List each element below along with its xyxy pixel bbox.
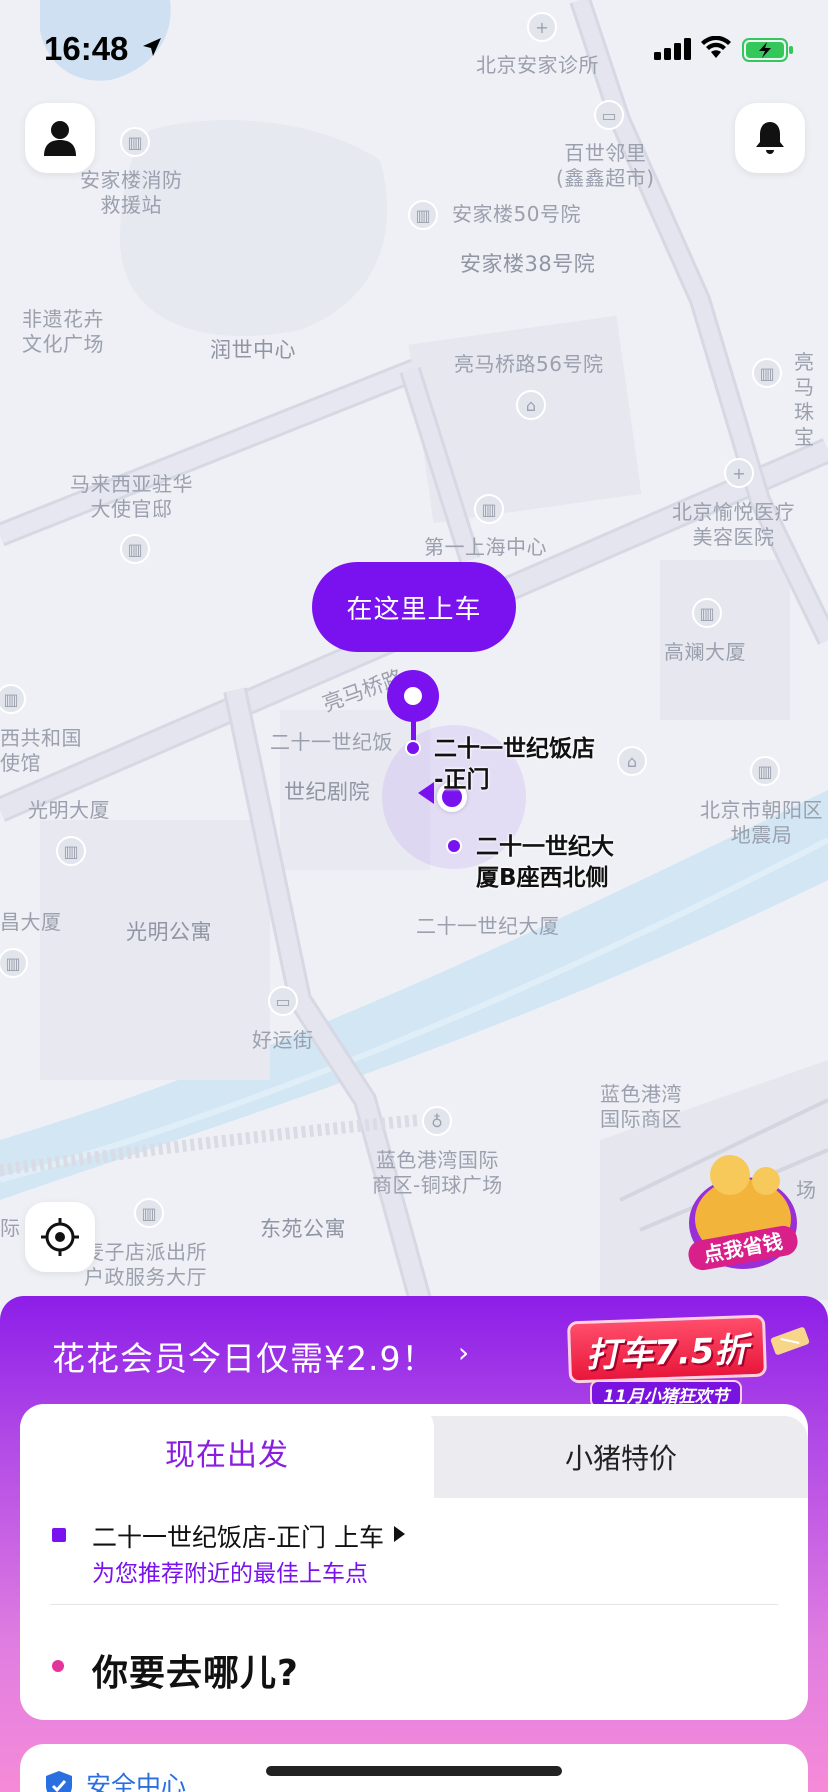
promo-badge-icon[interactable]: 点我省钱 xyxy=(682,1145,804,1273)
poi-label[interactable]: 光明公寓 xyxy=(126,920,212,945)
pickup-here-button[interactable]: 在这里上车 xyxy=(312,562,516,652)
bell-icon xyxy=(756,122,784,154)
discount-badge[interactable]: 打车7.5折 xyxy=(566,1314,768,1384)
poi-label[interactable]: 百世邻里 (鑫鑫超市) xyxy=(556,141,655,191)
poi-label[interactable]: 第一上海中心 xyxy=(424,535,547,560)
clinic-icon: + xyxy=(724,458,754,488)
poi-label[interactable]: 二十一世纪大厦 xyxy=(416,914,560,939)
caret-right-icon[interactable] xyxy=(394,1526,405,1542)
building-icon: ▥ xyxy=(752,358,782,388)
poi-label[interactable]: 好运街 xyxy=(252,1028,314,1053)
poi-label[interactable]: 亮马 珠宝 xyxy=(794,350,828,450)
map-view[interactable]: + 北京安家诊所 ▭ 百世邻里 (鑫鑫超市) ▥ 安家楼消防 救援站 ▥ 安家楼… xyxy=(0,0,828,1300)
shop-icon: ▭ xyxy=(268,986,298,1016)
wifi-icon xyxy=(701,36,731,58)
poi-label[interactable]: 蓝色港湾国际 商区-铜球广场 xyxy=(372,1148,503,1198)
shop-icon: ▭ xyxy=(594,100,624,130)
poi-label[interactable]: 北京市朝阳区 地震局 xyxy=(700,798,823,848)
pickup-pin-icon[interactable] xyxy=(387,670,439,722)
pickup-point-dot[interactable] xyxy=(446,838,462,854)
destination-input[interactable]: 你要去哪儿? xyxy=(92,1644,299,1696)
house-icon: ⌂ xyxy=(516,390,546,420)
building-icon: ▥ xyxy=(56,836,86,866)
notifications-button[interactable] xyxy=(735,103,805,173)
poi-label[interactable]: 际 xyxy=(0,1216,21,1241)
pickup-location[interactable]: 二十一世纪饭店-正门 上车 xyxy=(92,1518,384,1554)
user-icon xyxy=(44,121,76,156)
poi-label[interactable]: 马来西亚驻华 大使官邸 xyxy=(70,472,193,522)
coupon-icon xyxy=(770,1327,810,1355)
poi-label[interactable]: 安家楼50号院 xyxy=(452,202,581,227)
poi-label[interactable]: 麦子店派出所 户政服务大厅 xyxy=(84,1240,207,1290)
poi-label[interactable]: 昌大厦 xyxy=(0,910,62,935)
locate-me-button[interactable] xyxy=(25,1202,95,1272)
crosshair-icon xyxy=(41,1218,79,1256)
poi-label[interactable]: 润世中心 xyxy=(210,338,296,363)
poi-label[interactable]: 高斓大厦 xyxy=(664,640,746,665)
chevron-right-icon[interactable]: › xyxy=(458,1336,469,1369)
monument-icon: ♁ xyxy=(422,1106,452,1136)
home-indicator[interactable] xyxy=(266,1766,562,1776)
poi-label[interactable]: 非遗花卉 文化广场 xyxy=(22,307,104,357)
building-icon: ▥ xyxy=(750,756,780,786)
bottom-sheet: 花花会员今日仅需¥2.9！ › 打车7.5折 11月小猪狂欢节 现在出发 小猪特… xyxy=(0,1296,828,1792)
status-bar: 16:48 xyxy=(0,0,828,100)
pickup-point-label[interactable]: 二十一世纪饭店 -正门 xyxy=(434,734,595,796)
building-icon: ▥ xyxy=(474,494,504,524)
pickup-marker-icon xyxy=(52,1528,66,1542)
location-services-icon xyxy=(143,38,161,56)
profile-button[interactable] xyxy=(25,103,95,173)
poi-label[interactable]: 亮马桥路56号院 xyxy=(454,352,603,377)
tab-depart-now[interactable]: 现在出发 xyxy=(20,1404,434,1500)
building-icon: ▥ xyxy=(120,534,150,564)
shield-icon xyxy=(46,1771,72,1792)
poi-label[interactable]: 西共和国 使馆 xyxy=(0,726,82,776)
pickup-point-label[interactable]: 二十一世纪大 厦B座西北侧 xyxy=(476,832,614,894)
clock: 16:48 xyxy=(44,30,129,67)
tab-piggy-deals[interactable]: 小猪特价 xyxy=(434,1416,808,1498)
poi-label[interactable]: 安家楼消防 救援站 xyxy=(80,168,183,218)
membership-banner-text[interactable]: 花花会员今日仅需¥2.9！ xyxy=(52,1332,435,1380)
ride-card: 现在出发 小猪特价 二十一世纪饭店-正门 上车 为您推荐附近的最佳上车点 你要去… xyxy=(20,1404,808,1720)
pickup-point-dot[interactable] xyxy=(405,740,421,756)
poi-label[interactable]: 世纪剧院 xyxy=(284,780,370,805)
building-icon: ▥ xyxy=(408,200,438,230)
poi-label[interactable]: 东苑公寓 xyxy=(260,1217,346,1242)
poi-label[interactable]: 光明大厦 xyxy=(28,798,110,823)
pickup-hint: 为您推荐附近的最佳上车点 xyxy=(92,1561,368,1587)
building-icon: ▥ xyxy=(692,598,722,628)
battery-charging-icon xyxy=(742,38,793,62)
heading-arrow-icon xyxy=(418,782,434,804)
building-icon: ▥ xyxy=(134,1198,164,1228)
poi-label[interactable]: 安家楼38号院 xyxy=(460,252,595,277)
poi-label[interactable]: 蓝色港湾 国际商区 xyxy=(600,1082,682,1132)
poi-label[interactable]: 二十一世纪饭 xyxy=(270,730,393,755)
divider xyxy=(50,1604,778,1605)
safety-center-link[interactable]: 安全中心 xyxy=(86,1766,186,1792)
poi-label[interactable]: 北京愉悦医疗 美容医院 xyxy=(672,500,795,550)
house-icon: ⌂ xyxy=(617,746,647,776)
destination-marker-icon xyxy=(52,1660,64,1672)
building-icon: ▥ xyxy=(120,127,150,157)
cellular-signal-icon xyxy=(654,38,691,60)
